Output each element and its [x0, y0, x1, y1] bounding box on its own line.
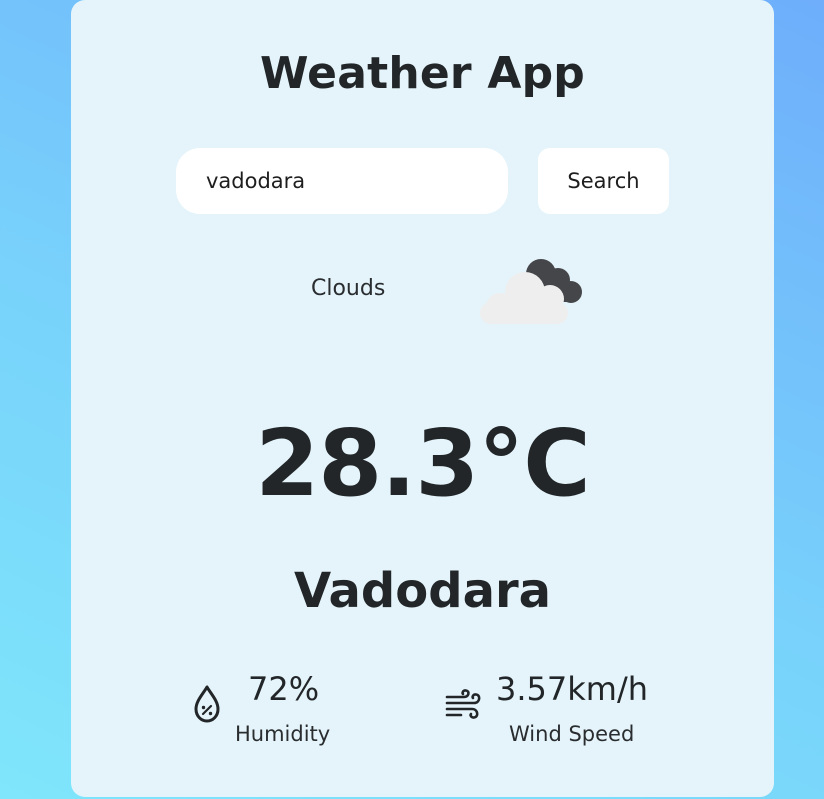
clouds-icon — [480, 259, 582, 324]
humidity-label: Humidity — [235, 722, 331, 746]
humidity-drop-icon — [194, 685, 220, 723]
search-button[interactable]: Search — [538, 148, 669, 214]
wind-icon — [445, 689, 481, 719]
city-name: Vadodara — [293, 563, 552, 619]
city-search-input[interactable] — [176, 148, 508, 214]
weather-condition: Clouds — [311, 276, 386, 301]
humidity-value: 72% — [248, 670, 320, 708]
app-title: Weather App — [260, 48, 585, 99]
temperature: 28.3°C — [255, 410, 591, 517]
wind-speed-label: Wind Speed — [509, 722, 635, 746]
weather-card: Weather App Search Clouds 28.3°C Vadodar… — [71, 0, 774, 797]
wind-speed-value: 3.57km/h — [496, 670, 649, 708]
